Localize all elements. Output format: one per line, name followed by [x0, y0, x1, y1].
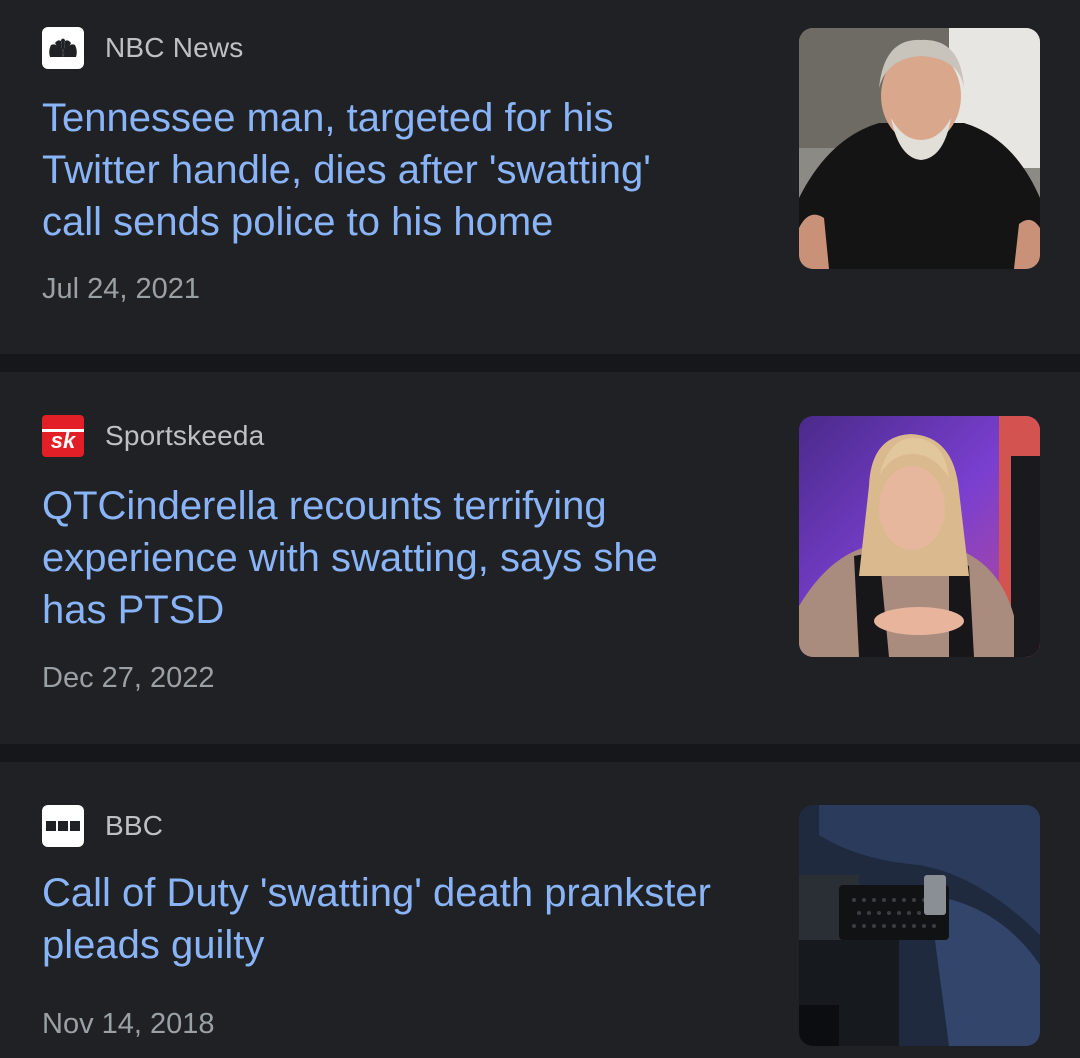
sportskeeda-logo-text: sk — [51, 428, 77, 453]
article-headline[interactable]: QTCinderella recounts terrifying experie… — [42, 480, 722, 636]
article-thumbnail[interactable] — [799, 28, 1040, 269]
source-row: sk Sportskeeda — [42, 415, 264, 457]
source-row: NBC News — [42, 27, 244, 69]
article-date: Nov 14, 2018 — [42, 1008, 215, 1040]
news-card[interactable]: BBC Call of Duty 'swatting' death pranks… — [0, 762, 1080, 1058]
news-card[interactable]: sk Sportskeeda QTCinderella recounts ter… — [0, 372, 1080, 744]
source-name: Sportskeeda — [105, 420, 265, 451]
article-thumbnail[interactable] — [799, 805, 1040, 1046]
source-name: NBC News — [105, 32, 244, 63]
bbc-blocks-icon — [42, 805, 84, 847]
news-card[interactable]: NBC News Tennessee man, targeted for his… — [0, 0, 1080, 354]
nbc-peacock-icon — [42, 27, 84, 69]
article-date: Jul 24, 2021 — [42, 273, 201, 305]
article-headline[interactable]: Tennessee man, targeted for his Twitter … — [42, 92, 722, 248]
article-date: Dec 27, 2022 — [42, 662, 215, 694]
article-headline[interactable]: Call of Duty 'swatting' death prankster … — [42, 867, 722, 971]
source-row: BBC — [42, 805, 163, 847]
sportskeeda-logo-icon: sk — [42, 415, 84, 457]
source-name: BBC — [105, 810, 164, 841]
article-thumbnail[interactable] — [799, 416, 1040, 657]
